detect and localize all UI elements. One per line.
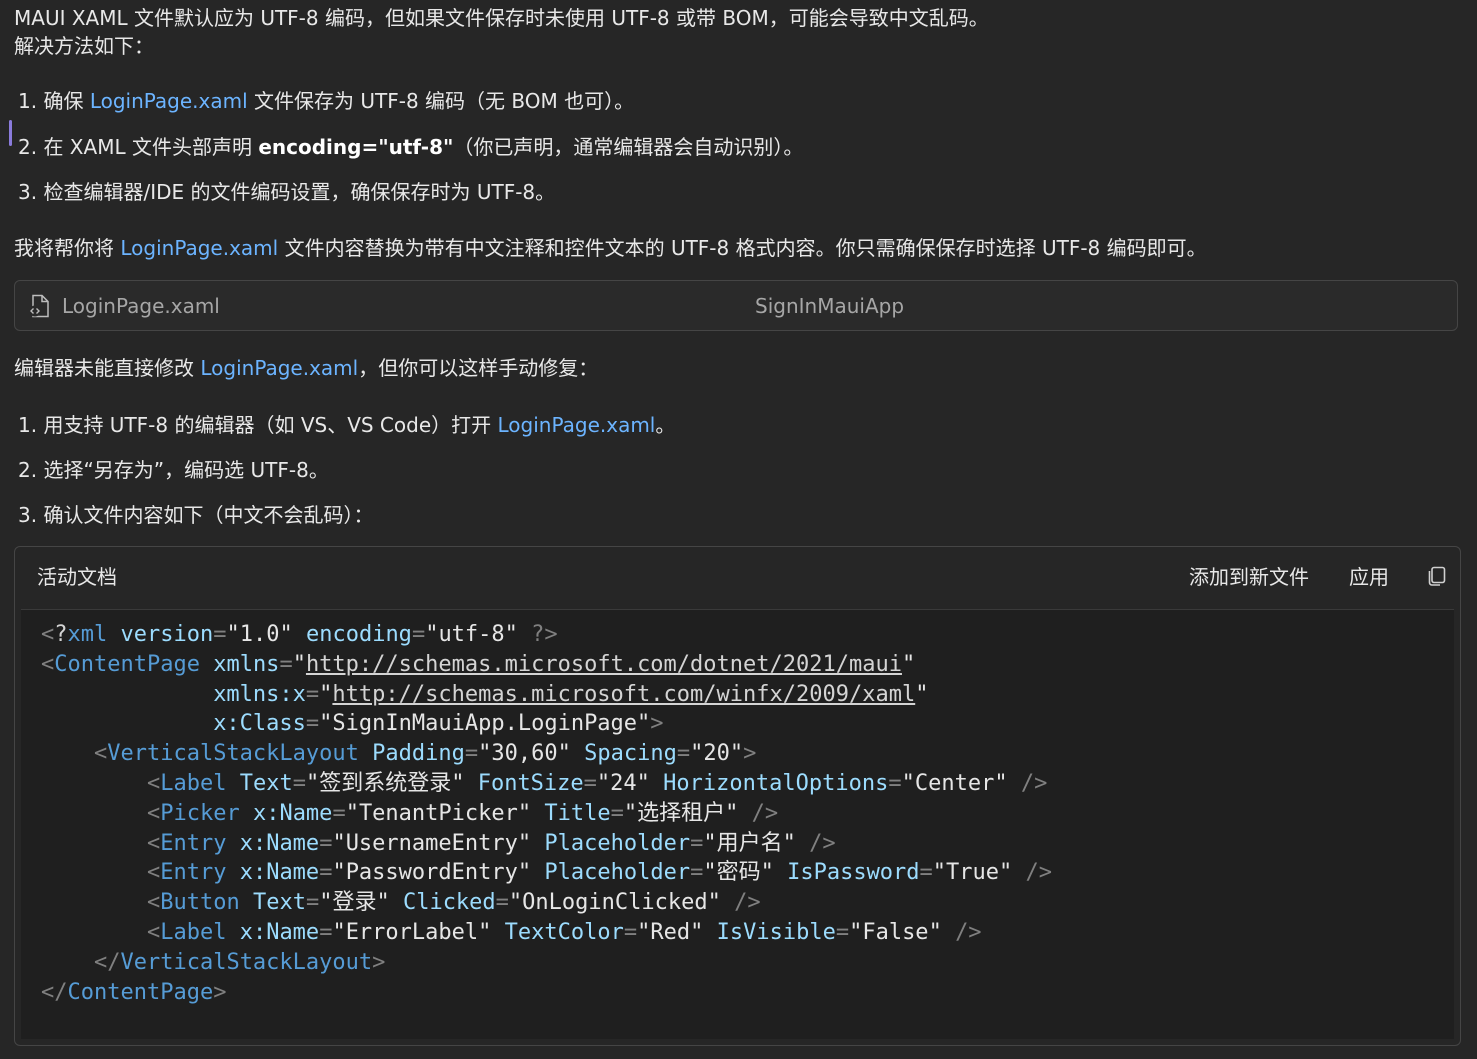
file-link[interactable]: LoginPage.xaml [120,236,278,260]
add-to-new-file-button[interactable]: 添加到新文件 [1189,563,1309,591]
file-code-icon [29,294,49,318]
file-reference-card[interactable]: LoginPage.xaml SignInMauiApp [14,280,1458,331]
code-line: <Entry x:Name="UsernameEntry" Placeholde… [146,830,836,856]
code-block-header: 活动文档 添加到新文件 应用 [15,547,1460,607]
step-number: 2. [18,135,38,159]
encoding-declaration: encoding="utf-8" [258,135,454,159]
code-line: <VerticalStackLayout Padding="30,60" Spa… [93,741,757,767]
note-text: 我将帮你将 [14,236,121,260]
code-block-card: 活动文档 添加到新文件 应用 <?xml version="1.0" encod… [14,546,1461,1046]
code-body: <?xml version="1.0" encoding="utf-8" ?> <… [21,609,1454,1039]
file-link[interactable]: LoginPage.xaml [90,89,248,113]
intro-line-1: MAUI XAML 文件默认应为 UTF-8 编码，但如果文件保存时未使用 UT… [14,6,989,30]
manual-step-3-item: 3. 确认文件内容如下（中文不会乱码）： [18,501,373,529]
step-text: 选择“另存为”，编码选 UTF-8。 [37,458,329,482]
step-number: 2. [18,458,38,482]
step-number: 3. [18,503,38,527]
file-link[interactable]: LoginPage.xaml [200,356,358,380]
step-text: 确保 [37,89,90,113]
note-text: 文件内容替换为带有中文注释和控件文本的 UTF-8 格式内容。你只需确保保存时选… [278,236,1207,260]
step-text: （你已声明，通常编辑器会自动识别）。 [453,135,804,159]
code-line: <Label Text="签到系统登录" FontSize="24" Horiz… [146,770,1048,796]
note-text: 编辑器未能直接修改 [14,356,201,380]
intro-line-2: 解决方法如下： [14,34,154,58]
step-3-item: 3. 检查编辑器/IDE 的文件编码设置，确保保存时为 UTF-8。 [18,178,555,206]
code-line: <ContentPage xmlns="http://schemas.micro… [41,651,916,677]
code-line: <Entry x:Name="PasswordEntry" Placeholde… [146,860,1053,886]
manual-step-1-item: 1. 用支持 UTF-8 的编辑器（如 VS、VS Code）打开 LoginP… [18,411,675,439]
project-name: SignInMauiApp [755,294,905,318]
copy-icon[interactable] [1426,565,1448,587]
code-line: </VerticalStackLayout> [93,949,386,975]
code-line: <Label x:Name="ErrorLabel" TextColor="Re… [146,919,982,945]
code-line: <?xml version="1.0" encoding="utf-8" ?> [41,622,558,647]
code-content: <?xml version="1.0" encoding="utf-8" ?> <… [41,620,1052,1007]
step-text: 文件保存为 UTF-8 编码（无 BOM 也可）。 [247,89,635,113]
step-text: 在 XAML 文件头部声明 [37,135,259,159]
step-text: 检查编辑器/IDE 的文件编码设置，确保保存时为 UTF-8。 [37,180,556,204]
code-line: <Button Text="登录" Clicked="OnLoginClicke… [146,890,761,916]
code-line: xmlns:x="http://schemas.microsoft.com/wi… [213,681,929,707]
step-text: 。 [655,413,676,437]
step-1-item: 1. 确保 LoginPage.xaml 文件保存为 UTF-8 编码（无 BO… [18,87,634,115]
apply-button[interactable]: 应用 [1349,563,1389,591]
code-line: <Picker x:Name="TenantPicker" Title="选择租… [146,800,779,826]
step-number: 1. [18,89,38,113]
manual-step-2-item: 2. 选择“另存为”，编码选 UTF-8。 [18,456,329,484]
step-number: 3. [18,180,38,204]
file-link[interactable]: LoginPage.xaml [498,413,656,437]
code-block-title: 活动文档 [37,565,117,589]
step-text: 用支持 UTF-8 的编辑器（如 VS、VS Code）打开 [37,413,498,437]
file-name: LoginPage.xaml [62,294,220,318]
step-2-item: 2. 在 XAML 文件头部声明 encoding="utf-8"（你已声明，通… [18,133,803,161]
code-line: </ContentPage> [41,979,227,1005]
step-number: 1. [18,413,38,437]
step-text: 确认文件内容如下（中文不会乱码）： [37,503,374,527]
note-text: ，但你可以这样手动修复： [358,356,599,380]
code-line: x:Class="SignInMauiApp.LoginPage"> [213,711,664,737]
replace-note: 我将帮你将 LoginPage.xaml 文件内容替换为带有中文注释和控件文本的… [14,234,1207,262]
edit-marker [9,120,12,146]
manual-note: 编辑器未能直接修改 LoginPage.xaml，但你可以这样手动修复： [14,354,598,382]
